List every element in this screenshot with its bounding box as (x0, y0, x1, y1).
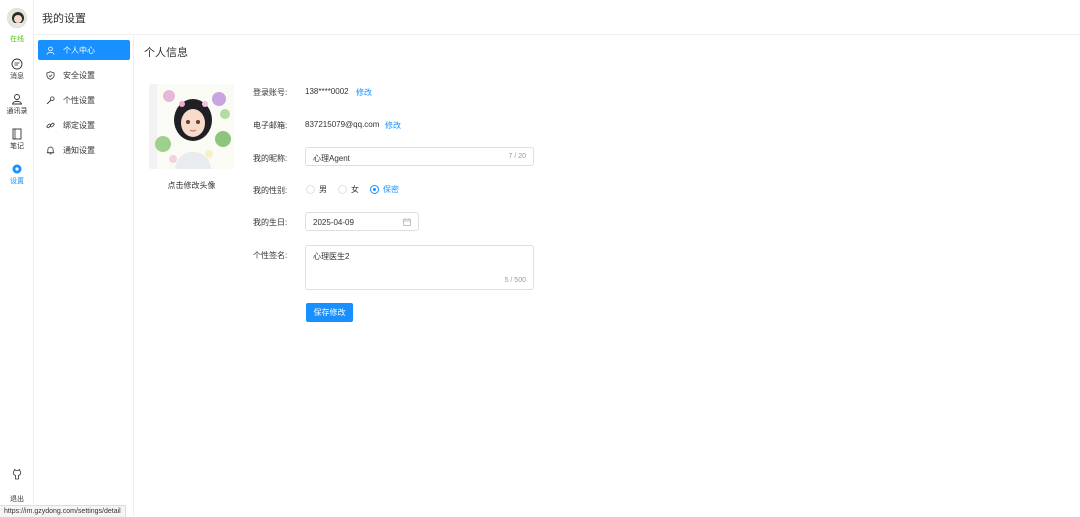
sidebar-item-notifications[interactable]: 通知设置 (38, 140, 130, 160)
sidebar-item-label: 通知设置 (63, 145, 95, 155)
avatar[interactable] (7, 8, 27, 28)
signature-textarea[interactable]: 心理医生2 5 / 500 (305, 245, 534, 290)
page-title: 我的设置 (42, 13, 86, 25)
nickname-value: 心理Agent (313, 154, 350, 163)
profile-avatar[interactable] (149, 84, 234, 169)
sidebar-item-label: 绑定设置 (63, 120, 95, 130)
birthday-value: 2025-04-09 (313, 218, 354, 227)
birthday-date-picker[interactable]: 2025-04-09 (305, 212, 419, 231)
rail-item-label: 通讯录 (6, 108, 28, 115)
nickname-input[interactable]: 心理Agent 7 / 20 (305, 147, 534, 166)
sidebar-item-security[interactable]: 安全设置 (38, 65, 130, 85)
rail-item-contacts[interactable]: 通讯录 (0, 93, 34, 116)
sidebar-item-label: 个性设置 (63, 95, 95, 105)
browser-status-url: https://im.gzydong.com/settings/detail (0, 505, 126, 517)
chat-icon (11, 58, 23, 70)
page-header: 我的设置 (34, 0, 1080, 35)
account-edit-link[interactable]: 修改 (356, 87, 372, 98)
github-icon (12, 468, 22, 480)
gender-radio-male[interactable]: 男 (306, 184, 327, 195)
contacts-icon (11, 94, 23, 105)
radio-circle (306, 185, 315, 194)
sidebar-item-profile[interactable]: 个人中心 (38, 40, 130, 60)
notebook-icon (12, 128, 22, 140)
shield-icon (46, 70, 55, 80)
settings-sidebar: 个人中心 安全设置 个性设置 绑定设置 通知设置 (34, 35, 134, 517)
gender-radio-secret[interactable]: 保密 (370, 184, 399, 195)
radio-label: 男 (319, 185, 327, 194)
email-label: 电子邮箱: (253, 121, 288, 130)
rail-item-messages[interactable]: 消息 (0, 58, 34, 81)
signature-label: 个性签名: (253, 251, 288, 260)
radio-label: 保密 (383, 185, 399, 194)
birthday-label: 我的生日: (253, 218, 288, 227)
radio-circle (370, 185, 379, 194)
rail-item-label: 消息 (10, 73, 24, 80)
rail-item-settings[interactable]: 设置 (0, 163, 34, 186)
link-icon (46, 122, 55, 128)
wrench-icon (46, 95, 55, 104)
logout-button[interactable]: 退出 (0, 494, 34, 504)
save-button[interactable]: 保存修改 (306, 303, 353, 322)
gender-radio-female[interactable]: 女 (338, 184, 359, 195)
rail-item-label: 笔记 (10, 143, 24, 150)
email-value: 837215079@qq.com (305, 120, 380, 129)
app-rail: 在线 消息 通讯录 笔记 设置 退出 (0, 0, 34, 517)
gender-label: 我的性别: (253, 186, 288, 195)
bell-icon (46, 146, 55, 154)
sidebar-item-label: 安全设置 (63, 70, 95, 80)
sidebar-item-label: 个人中心 (63, 45, 95, 55)
account-label: 登录账号: (253, 88, 288, 97)
rail-item-notes[interactable]: 笔记 (0, 128, 34, 151)
nickname-char-count: 7 / 20 (508, 153, 526, 160)
signature-char-count: 5 / 500 (504, 277, 526, 284)
nickname-label: 我的昵称: (253, 154, 288, 163)
sidebar-item-personalize[interactable]: 个性设置 (38, 90, 130, 110)
github-link[interactable] (0, 468, 34, 481)
account-value: 138****0002 (305, 87, 349, 96)
email-edit-link[interactable]: 修改 (385, 120, 401, 131)
user-icon (46, 46, 55, 55)
signature-value: 心理医生2 (313, 252, 350, 261)
avatar-caption[interactable]: 点击修改头像 (149, 180, 234, 191)
sidebar-item-binding[interactable]: 绑定设置 (38, 115, 130, 135)
gear-icon (12, 164, 22, 174)
rail-item-label: 设置 (10, 178, 24, 185)
section-title: 个人信息 (144, 47, 188, 59)
calendar-icon (403, 218, 411, 226)
radio-circle (338, 185, 347, 194)
radio-label: 女 (351, 185, 359, 194)
online-status: 在线 (10, 36, 24, 43)
